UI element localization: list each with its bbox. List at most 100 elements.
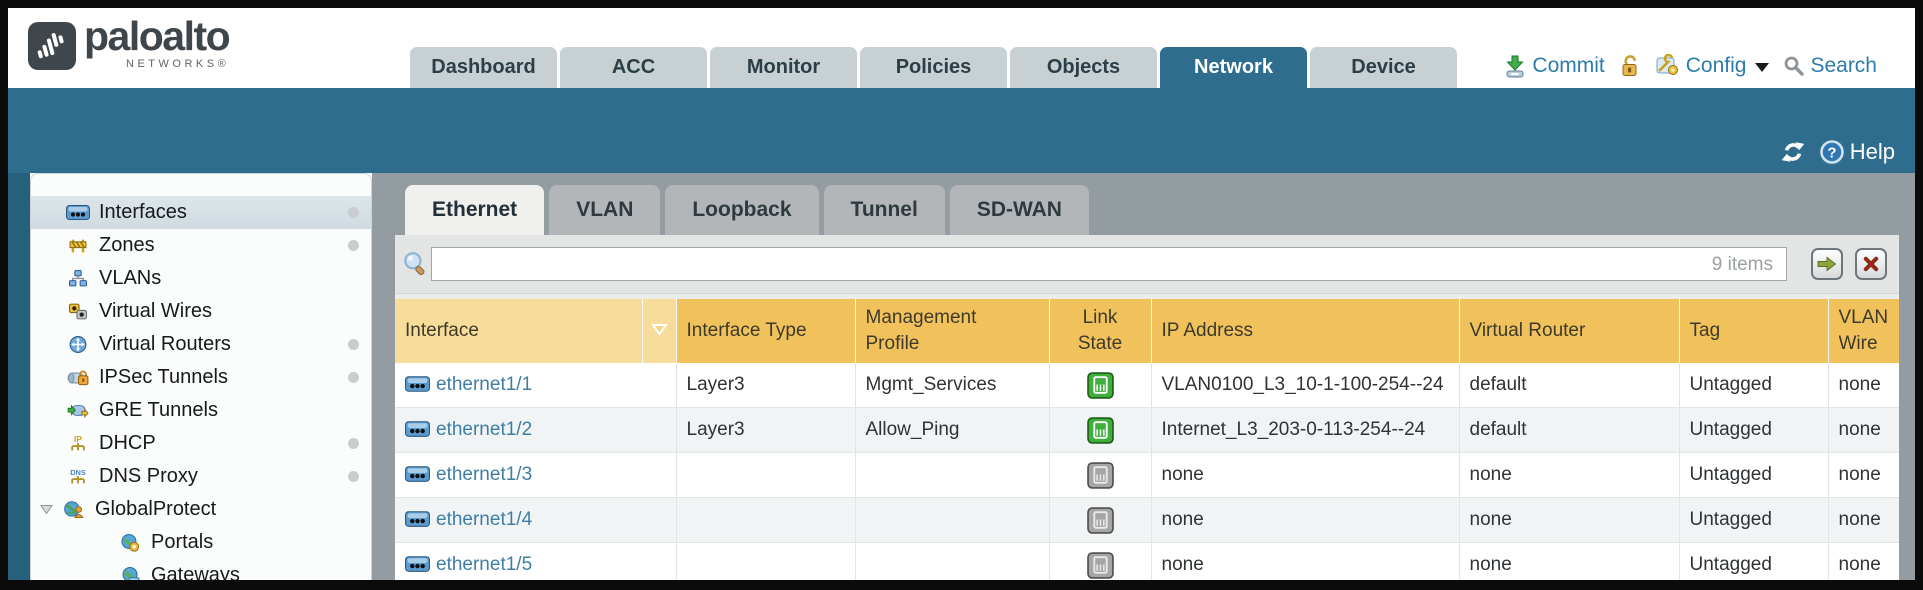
sidebar-item-dhcp[interactable]: IP DHCP: [31, 427, 371, 460]
help-label: Help: [1850, 139, 1895, 165]
subtab-tunnel[interactable]: Tunnel: [824, 185, 945, 235]
sidebar-item-gateways[interactable]: Gateways: [31, 559, 371, 580]
item-dot: [348, 471, 359, 482]
header-actions: Commit Config Search: [1503, 54, 1877, 78]
cell-interface-type: [676, 498, 855, 543]
col-link-state[interactable]: Link State: [1049, 299, 1151, 363]
sidebar-item-gre-tunnels[interactable]: GRE Tunnels: [31, 394, 371, 427]
col-virtual-router[interactable]: Virtual Router: [1459, 299, 1679, 363]
lock-icon[interactable]: [1619, 54, 1641, 78]
tab-device[interactable]: Device: [1310, 47, 1457, 88]
sidebar-item-label: Portals: [151, 531, 213, 554]
cell-ip-address: none: [1151, 543, 1459, 581]
link-state-down-icon: [1087, 462, 1114, 489]
item-dot: [348, 372, 359, 383]
col-interface[interactable]: Interface: [395, 299, 642, 363]
filter-input[interactable]: [431, 247, 1787, 281]
col-management-profile[interactable]: Management Profile: [855, 299, 1049, 363]
tab-label: Loopback: [692, 198, 791, 222]
sidebar-item-dns-proxy[interactable]: DNS DNS Proxy: [31, 460, 371, 493]
paloalto-logo-icon: [28, 22, 76, 75]
help-button[interactable]: ? Help: [1819, 139, 1895, 165]
sidebar-item-virtual-wires[interactable]: Virtual Wires: [31, 295, 371, 328]
cell-interface-type: [676, 453, 855, 498]
cell-tag: Untagged: [1679, 363, 1828, 408]
cell-vlan-virtual-wire: none: [1828, 408, 1899, 453]
subtab-loopback[interactable]: Loopback: [665, 185, 818, 235]
interface-link[interactable]: ethernet1/3: [436, 464, 532, 485]
ipsec-tunnels-icon: [65, 369, 91, 387]
tab-label: SD-WAN: [977, 198, 1062, 222]
paloalto-logo: paloalto NETWORKS®: [28, 16, 229, 75]
clear-filter-button[interactable]: [1855, 248, 1887, 280]
sidebar-item-label: GRE Tunnels: [99, 399, 218, 422]
commit-button[interactable]: Commit: [1503, 54, 1604, 78]
tab-network[interactable]: Network: [1160, 47, 1307, 88]
cell-ip-address: VLAN0100_L3_10-1-100-254--24: [1151, 363, 1459, 408]
cell-tag: Untagged: [1679, 498, 1828, 543]
tab-label: Ethernet: [432, 198, 517, 222]
sidebar-item-globalprotect[interactable]: GlobalProtect: [31, 493, 371, 526]
tab-label: Device: [1351, 56, 1416, 79]
sidebar-item-label: DHCP: [99, 432, 156, 455]
interface-link[interactable]: ethernet1/2: [436, 419, 532, 440]
tab-label: Network: [1194, 56, 1273, 79]
dns-proxy-icon: DNS: [65, 467, 91, 486]
gateways-icon: [117, 566, 143, 580]
sidebar-item-portals[interactable]: Portals: [31, 526, 371, 559]
expand-arrow-icon[interactable]: [40, 504, 56, 515]
tab-label: Dashboard: [431, 56, 535, 79]
col-ip-address[interactable]: IP Address: [1151, 299, 1459, 363]
tab-objects[interactable]: Objects: [1010, 47, 1157, 88]
tab-acc[interactable]: ACC: [560, 47, 707, 88]
svg-text:?: ?: [1827, 145, 1836, 162]
cell-vlan-virtual-wire: none: [1828, 543, 1899, 581]
subtab-sd-wan[interactable]: SD-WAN: [950, 185, 1089, 235]
tab-label: ACC: [612, 56, 655, 79]
table-header-row: Interface Interface Type Management Prof…: [395, 299, 1899, 363]
sidebar-item-zones[interactable]: Zones: [31, 229, 371, 262]
sidebar: Interfaces Zones VLANs Virtual Wires Vir…: [30, 173, 372, 580]
ethernet-icon: [405, 511, 430, 527]
col-interface-type[interactable]: Interface Type: [676, 299, 855, 363]
tab-label: Policies: [896, 56, 972, 79]
tab-monitor[interactable]: Monitor: [710, 47, 857, 88]
sidebar-item-vlans[interactable]: VLANs: [31, 262, 371, 295]
sidebar-item-label: Zones: [99, 234, 155, 257]
cell-interface: ethernet1/3: [395, 453, 676, 498]
cell-tag: Untagged: [1679, 543, 1828, 581]
tab-dashboard[interactable]: Dashboard: [410, 47, 557, 88]
cell-interface-type: Layer3: [676, 363, 855, 408]
subtab-ethernet[interactable]: Ethernet: [405, 185, 544, 235]
apply-filter-button[interactable]: [1811, 248, 1843, 280]
tab-label: Monitor: [747, 56, 820, 79]
col-vlan-virtual-wire[interactable]: VLAN / V Wire: [1828, 299, 1899, 363]
cell-link-state: [1049, 408, 1151, 453]
search-menu[interactable]: Search: [1783, 54, 1877, 78]
portals-icon: [117, 533, 143, 552]
sidebar-item-label: GlobalProtect: [95, 498, 216, 521]
interface-link[interactable]: ethernet1/4: [436, 509, 532, 530]
sidebar-item-virtual-routers[interactable]: Virtual Routers: [31, 328, 371, 361]
interface-link[interactable]: ethernet1/5: [436, 554, 532, 575]
cell-interface-type: Layer3: [676, 408, 855, 453]
virtual-routers-icon: [65, 335, 91, 354]
interface-link[interactable]: ethernet1/1: [436, 374, 532, 395]
tab-policies[interactable]: Policies: [860, 47, 1007, 88]
tab-label: Tunnel: [851, 198, 918, 222]
table-row: ethernet1/5nonenoneUntaggednone: [395, 543, 1899, 581]
brand-subtitle: NETWORKS®: [84, 59, 229, 70]
svg-text:IP: IP: [74, 434, 82, 444]
config-menu[interactable]: Config: [1655, 54, 1770, 78]
item-dot: [348, 438, 359, 449]
refresh-icon[interactable]: [1779, 141, 1807, 163]
sort-dropdown[interactable]: [642, 299, 676, 363]
col-tag[interactable]: Tag: [1679, 299, 1828, 363]
sidebar-item-interfaces[interactable]: Interfaces: [31, 196, 371, 229]
link-state-down-icon: [1087, 507, 1114, 534]
item-dot: [348, 339, 359, 350]
cell-ip-address: none: [1151, 453, 1459, 498]
tab-label: Objects: [1047, 56, 1120, 79]
sidebar-item-ipsec-tunnels[interactable]: IPSec Tunnels: [31, 361, 371, 394]
subtab-vlan[interactable]: VLAN: [549, 185, 660, 235]
